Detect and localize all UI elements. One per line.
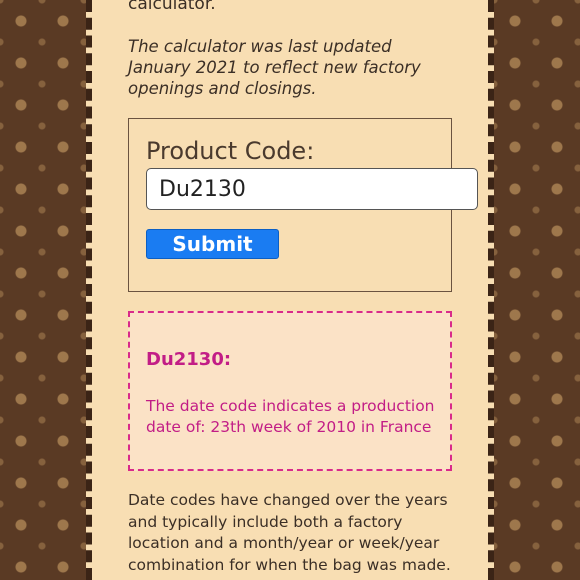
- product-code-label: Product Code:: [146, 137, 315, 165]
- submit-button[interactable]: Submit: [146, 229, 279, 259]
- result-code: Du2130:: [146, 349, 232, 370]
- monogram-border-left: [0, 0, 86, 580]
- result-box: [128, 311, 452, 471]
- update-note: The calculator was last updated January …: [128, 37, 421, 98]
- result-message: The date code indicates a production dat…: [146, 397, 435, 436]
- product-code-input[interactable]: [146, 168, 478, 210]
- monogram-border-right: [494, 0, 580, 580]
- date-code-explanation: Date codes have changed over the years a…: [128, 491, 451, 574]
- intro-text: calculator.: [128, 0, 216, 14]
